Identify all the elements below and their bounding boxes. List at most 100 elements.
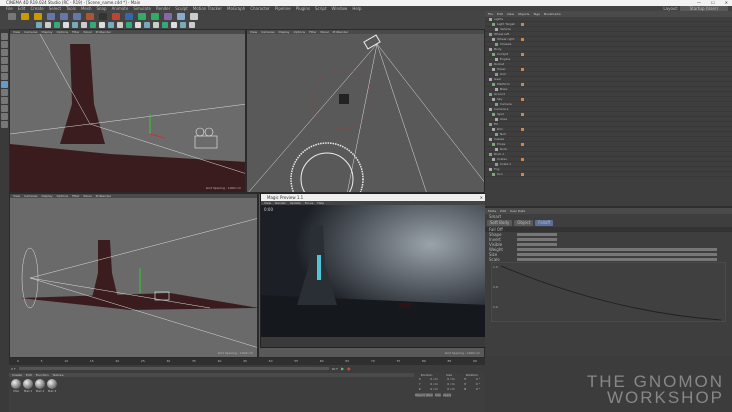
toolbar-tool-icon[interactable]: [36, 22, 42, 28]
tag-icon[interactable]: [521, 157, 524, 161]
tag-icon[interactable]: [521, 52, 524, 56]
toolbar-tool-icon[interactable]: [112, 13, 120, 20]
mode-tool-icon[interactable]: [1, 65, 8, 72]
toolbar-tool-icon[interactable]: [177, 13, 185, 20]
mode-tool-icon[interactable]: [1, 57, 8, 64]
menu-item[interactable]: User Data: [510, 208, 525, 214]
material-swatch[interactable]: Mat.1: [23, 379, 33, 393]
minimize-icon[interactable]: —: [697, 0, 701, 5]
toolbar-tool-icon[interactable]: [164, 13, 172, 20]
toolbar-tool-icon[interactable]: [73, 13, 81, 20]
toolbar-tool-icon[interactable]: [47, 13, 55, 20]
toolbar-tool-icon[interactable]: [54, 22, 60, 28]
coord-field[interactable]: 0 cm: [430, 387, 437, 392]
menu-item[interactable]: Function: [36, 373, 49, 377]
toolbar-tool-icon[interactable]: [108, 22, 114, 28]
viewport-top[interactable]: View Cameras Display Options Filter Panel ProR…: [246, 29, 485, 193]
tag-icon[interactable]: [521, 22, 524, 26]
mode-tool-icon[interactable]: [1, 89, 8, 96]
toolbar-tool-icon[interactable]: [90, 22, 96, 28]
tag-icon[interactable]: [521, 67, 524, 71]
coord-field: 0 °: [475, 387, 481, 391]
size-mode-select[interactable]: Size: [434, 393, 441, 397]
toolbar-tool-icon[interactable]: [63, 22, 69, 28]
object-row[interactable]: Sun: [485, 172, 732, 177]
material-swatch[interactable]: Mat.2: [35, 379, 45, 393]
tag-icon[interactable]: [521, 97, 524, 101]
mode-tool-icon[interactable]: [1, 105, 8, 112]
menu-item[interactable]: Bookmarks: [544, 11, 561, 17]
viewport-right[interactable]: View Cameras Display Options Filter Panel ProR…: [9, 193, 258, 358]
material-swatch[interactable]: Mat.3: [47, 379, 57, 393]
toolbar-tool-icon[interactable]: [189, 22, 195, 28]
toolbar-tool-icon[interactable]: [81, 22, 87, 28]
toolbar-tool-icon[interactable]: [99, 22, 105, 28]
end-frame[interactable]: 90 F: [332, 367, 339, 371]
maximize-icon[interactable]: ☐: [711, 0, 715, 5]
toolbar-tool-icon[interactable]: [60, 13, 68, 20]
toolbar-tool-icon[interactable]: [126, 22, 132, 28]
mode-tool-icon[interactable]: [1, 97, 8, 104]
field-input[interactable]: [517, 233, 557, 236]
toolbar-tool-icon[interactable]: [72, 22, 78, 28]
toolbar-tool-icon[interactable]: [125, 13, 133, 20]
field-input[interactable]: [517, 248, 717, 251]
object-icon: [489, 107, 492, 111]
toolbar-tool-icon[interactable]: [34, 13, 42, 20]
timeline-ruler[interactable]: 0 5 10 15 20 25 30 35 40 45 50 55 60 65 70 75 80 85 90: [9, 358, 485, 365]
object-icon: [492, 172, 495, 176]
material-swatch[interactable]: Mat: [11, 379, 21, 393]
toolbar-tool-icon[interactable]: [162, 22, 168, 28]
toolbar-tool-icon[interactable]: [8, 13, 16, 20]
toolbar-tool-icon[interactable]: [99, 13, 107, 20]
menu-item[interactable]: Texture: [53, 373, 64, 377]
toolbar-tool-icon[interactable]: [144, 22, 150, 28]
tag-icon[interactable]: [521, 82, 524, 86]
attribute-tab[interactable]: Falloff: [535, 220, 554, 226]
attribute-tab[interactable]: Object: [514, 220, 534, 226]
tag-icon[interactable]: [521, 142, 524, 146]
menu-item[interactable]: Edit: [26, 373, 32, 377]
toolbar-tool-icon[interactable]: [45, 22, 51, 28]
field-input[interactable]: [517, 243, 557, 246]
menu-item[interactable]: File: [488, 11, 493, 17]
mode-tool-icon[interactable]: [1, 49, 8, 56]
close-icon[interactable]: ✕: [725, 0, 728, 5]
toolbar-tool-icon[interactable]: [151, 13, 159, 20]
toolbar-tool-icon[interactable]: [190, 13, 198, 20]
apply-button[interactable]: Apply: [442, 393, 452, 397]
tag-icon[interactable]: [521, 37, 524, 41]
menu-item[interactable]: Tags: [533, 11, 540, 17]
mode-tool-icon[interactable]: [1, 73, 8, 80]
coord-mode-select[interactable]: Object (Rel): [415, 393, 433, 397]
render-window[interactable]: Magic Preview 1.1 ✕ View Render Update Focus…: [260, 193, 488, 348]
toolbar-tool-icon[interactable]: [117, 22, 123, 28]
tag-icon[interactable]: [521, 127, 524, 131]
toolbar-tool-icon[interactable]: [171, 22, 177, 28]
viewport-perspective[interactable]: View Cameras Display Options Filter Panel ProR…: [9, 29, 246, 193]
menu-item[interactable]: Objects: [518, 11, 529, 17]
toolbar-tool-icon[interactable]: [86, 13, 94, 20]
start-frame[interactable]: 0 F: [11, 367, 16, 371]
tag-icon[interactable]: [521, 172, 524, 176]
attribute-tab[interactable]: Soft Body: [487, 220, 513, 226]
coord-field[interactable]: B: [464, 387, 466, 392]
play-button[interactable]: ▶: [341, 366, 344, 371]
toolbar-tool-icon[interactable]: [135, 22, 141, 28]
field-input[interactable]: [517, 238, 557, 241]
tag-icon[interactable]: [521, 112, 524, 116]
toolbar-tool-icon[interactable]: [21, 13, 29, 20]
frame-range-slider[interactable]: [18, 367, 329, 370]
mode-tool-icon[interactable]: [1, 41, 8, 48]
toolbar-tool-icon[interactable]: [153, 22, 159, 28]
toolbar-tool-icon[interactable]: [138, 13, 146, 20]
mode-tool-icon[interactable]: [1, 113, 8, 120]
menu-item[interactable]: Create: [12, 373, 22, 377]
mode-tool-icon[interactable]: [1, 33, 8, 40]
mode-tool-icon[interactable]: [1, 81, 8, 88]
field-input[interactable]: [517, 253, 717, 256]
field-input[interactable]: [517, 258, 717, 261]
toolbar-tool-icon[interactable]: [180, 22, 186, 28]
mode-tool-icon[interactable]: [1, 121, 8, 128]
record-icon[interactable]: ●: [347, 366, 351, 371]
